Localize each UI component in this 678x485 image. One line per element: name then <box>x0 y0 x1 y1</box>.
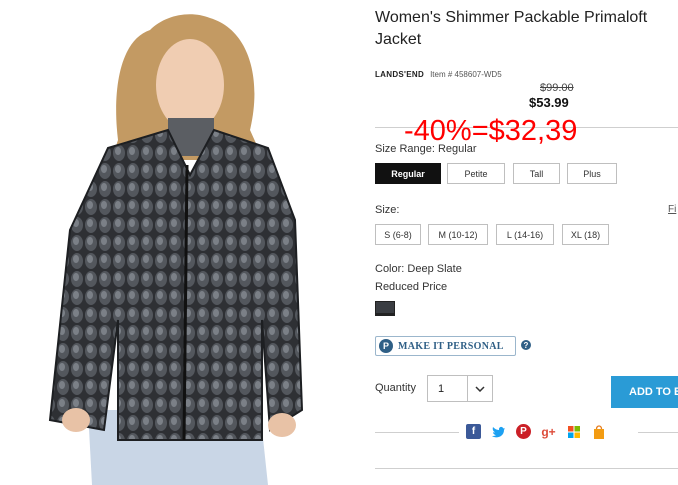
size-option-xl[interactable]: XL (18) <box>562 224 609 245</box>
divider-bottom <box>375 468 678 469</box>
size-range-label: Size Range: Regular <box>375 143 477 155</box>
size-range-regular[interactable]: Regular <box>375 163 441 184</box>
social-share-bar: f P g+ <box>466 424 606 439</box>
google-plus-icon[interactable]: g+ <box>541 424 556 439</box>
item-number: Item # 458607-WD5 <box>430 70 502 79</box>
size-range-tall[interactable]: Tall <box>513 163 560 184</box>
product-title: Women's Shimmer Packable Primaloft Jacke… <box>375 9 648 48</box>
size-option-l[interactable]: L (14-16) <box>496 224 554 245</box>
size-range-plus[interactable]: Plus <box>567 163 617 184</box>
shopping-bag-icon[interactable] <box>591 424 606 439</box>
social-divider-left <box>375 432 459 433</box>
facebook-icon[interactable]: f <box>466 424 481 439</box>
size-label: Size: <box>375 204 400 216</box>
microsoft-icon[interactable] <box>566 424 581 439</box>
twitter-icon[interactable] <box>491 424 506 439</box>
size-option-s[interactable]: S (6-8) <box>375 224 421 245</box>
add-to-bag-button[interactable]: ADD TO B <box>611 376 678 408</box>
size-range-petite[interactable]: Petite <box>447 163 505 184</box>
social-divider-right <box>638 432 678 433</box>
brand-row: LANDS'END Item # 458607-WD5 <box>375 70 502 79</box>
personalize-icon: P <box>379 339 393 353</box>
pinterest-icon[interactable]: P <box>516 424 531 439</box>
brand-logo: LANDS'END <box>375 70 425 79</box>
reduced-price-note: Reduced Price <box>375 281 448 293</box>
quantity-label: Quantity <box>375 382 416 394</box>
chevron-down-icon <box>467 376 492 401</box>
color-label: Color: Deep Slate <box>375 263 462 275</box>
quantity-select[interactable]: 1 <box>427 375 493 402</box>
help-icon[interactable]: ? <box>521 340 531 350</box>
size-option-m[interactable]: M (10-12) <box>428 224 488 245</box>
make-it-personal-label: MAKE IT PERSONAL <box>398 340 504 352</box>
sale-price: $53.99 <box>529 95 569 110</box>
product-photo <box>0 0 356 485</box>
original-price: $99.00 <box>540 82 574 94</box>
color-swatch-deep-slate[interactable] <box>375 301 395 316</box>
quantity-value: 1 <box>438 382 445 395</box>
fit-guide-link[interactable]: Fi <box>668 204 676 215</box>
make-it-personal-button[interactable]: P MAKE IT PERSONAL <box>375 336 516 356</box>
